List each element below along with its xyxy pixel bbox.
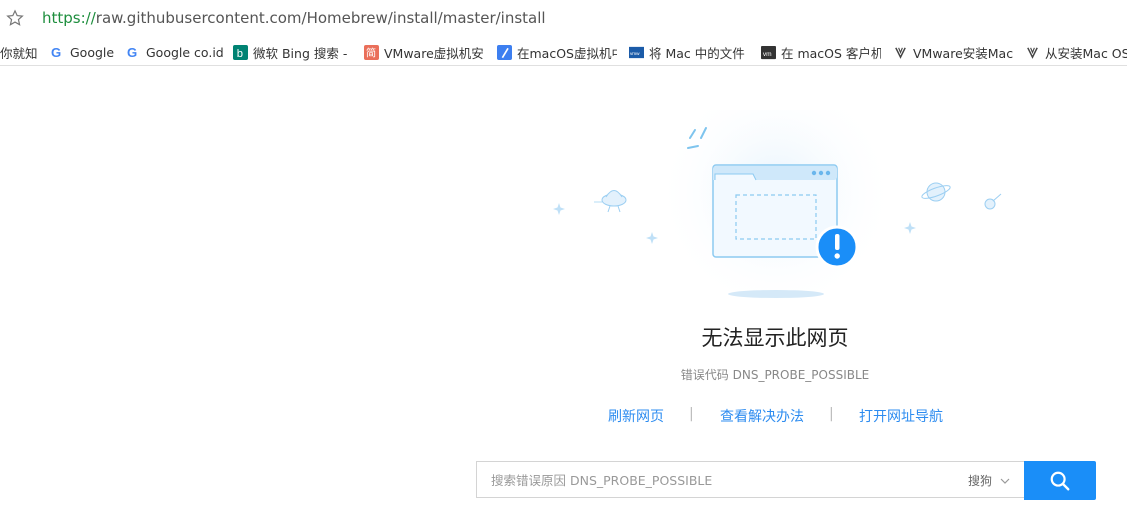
url-scheme: https:// xyxy=(42,9,96,27)
bookmark-item[interactable]: vm 在 macOS 客户机 xyxy=(761,43,881,61)
error-code-line: 错误代码 DNS_PROBE_POSSIBLE xyxy=(0,366,1127,383)
bookmark-item[interactable]: vmw 将 Mac 中的文件 xyxy=(629,43,749,61)
bookmark-label: 将 Mac 中的文件 xyxy=(649,45,745,61)
sparkle-icon xyxy=(904,222,916,234)
bookmark-label: 在 macOS 客户机 xyxy=(781,45,881,61)
link-divider: | xyxy=(689,406,694,422)
bookmark-item[interactable]: b 微软 Bing 搜索 - xyxy=(233,43,353,61)
bookmark-item[interactable]: 在macOS虚拟机中 xyxy=(497,43,617,61)
chevron-down-icon xyxy=(1000,478,1010,484)
sparkle-icon xyxy=(553,203,565,215)
csdn-icon xyxy=(1027,46,1038,59)
search-box: 搜狗 xyxy=(476,461,1024,499)
bookmark-label: 在macOS虚拟机中 xyxy=(517,45,617,61)
jianshu-icon: 简 xyxy=(364,44,379,60)
vm-icon: vm xyxy=(761,45,776,59)
google-icon: G xyxy=(51,45,61,60)
planet-icon xyxy=(921,182,951,202)
address-bar[interactable]: https://raw.githubusercontent.com/Homebr… xyxy=(0,0,1127,38)
svg-text:简: 简 xyxy=(366,46,376,59)
bookmark-item[interactable]: 简 VMware虚拟机安 xyxy=(364,43,486,61)
svg-text:vmw: vmw xyxy=(630,50,640,55)
bookmark-label: Google xyxy=(70,44,115,60)
bookmark-item[interactable]: VMware安装Mac xyxy=(893,43,1013,61)
search-input[interactable] xyxy=(489,462,933,499)
svg-text:b: b xyxy=(237,48,243,60)
ufo-icon xyxy=(594,190,627,213)
bookmark-label: 微软 Bing 搜索 - xyxy=(253,45,348,61)
error-title: 无法显示此网页 xyxy=(701,326,849,350)
pen-icon xyxy=(497,44,512,60)
bookmark-star-icon[interactable] xyxy=(6,9,24,27)
error-illustration xyxy=(553,110,1002,310)
comet-icon xyxy=(984,193,1002,210)
bookmark-item[interactable]: G Google xyxy=(50,43,120,61)
bookmark-label: Google co.id xyxy=(146,44,224,60)
csdn-icon xyxy=(895,46,906,59)
bookmark-item[interactable]: G Google co.id xyxy=(126,43,226,61)
link-divider: | xyxy=(829,406,834,422)
svg-text:vm: vm xyxy=(763,50,772,57)
bookmark-item[interactable]: 从安装Mac OS xyxy=(1025,43,1127,61)
google-icon: G xyxy=(127,45,137,60)
search-icon xyxy=(1050,471,1070,490)
sparkle-icon xyxy=(646,232,658,244)
bookmarks-bar: 你就知 G Google G Google co.id b 微软 Bing 搜索… xyxy=(0,38,1127,66)
error-code: DNS_PROBE_POSSIBLE xyxy=(732,368,870,382)
vmware-icon: vmw xyxy=(629,46,644,58)
svg-text:G: G xyxy=(127,45,137,60)
warning-badge-icon xyxy=(815,225,859,269)
url-navigation-link[interactable]: 打开网址导航 xyxy=(859,406,943,426)
bookmark-label: 从安装Mac OS xyxy=(1045,45,1127,61)
svg-text:G: G xyxy=(51,45,61,60)
bookmark-label: VMware虚拟机安 xyxy=(384,45,484,61)
bookmark-label: VMware安装Mac xyxy=(913,45,1013,61)
search-button[interactable] xyxy=(1024,461,1096,500)
url-text[interactable]: https://raw.githubusercontent.com/Homebr… xyxy=(42,9,546,27)
search-engine-select[interactable]: 搜狗 xyxy=(968,472,1010,489)
refresh-page-link[interactable]: 刷新网页 xyxy=(608,406,664,426)
bing-icon: b xyxy=(233,44,248,60)
bookmark-item[interactable]: 你就知 xyxy=(0,43,38,61)
search-engine-label: 搜狗 xyxy=(967,474,992,488)
bookmark-label: 你就知 xyxy=(0,45,38,61)
error-code-label: 错误代码 xyxy=(680,368,729,382)
url-path: raw.githubusercontent.com/Homebrew/insta… xyxy=(95,9,546,27)
view-solutions-link[interactable]: 查看解决办法 xyxy=(720,406,804,426)
